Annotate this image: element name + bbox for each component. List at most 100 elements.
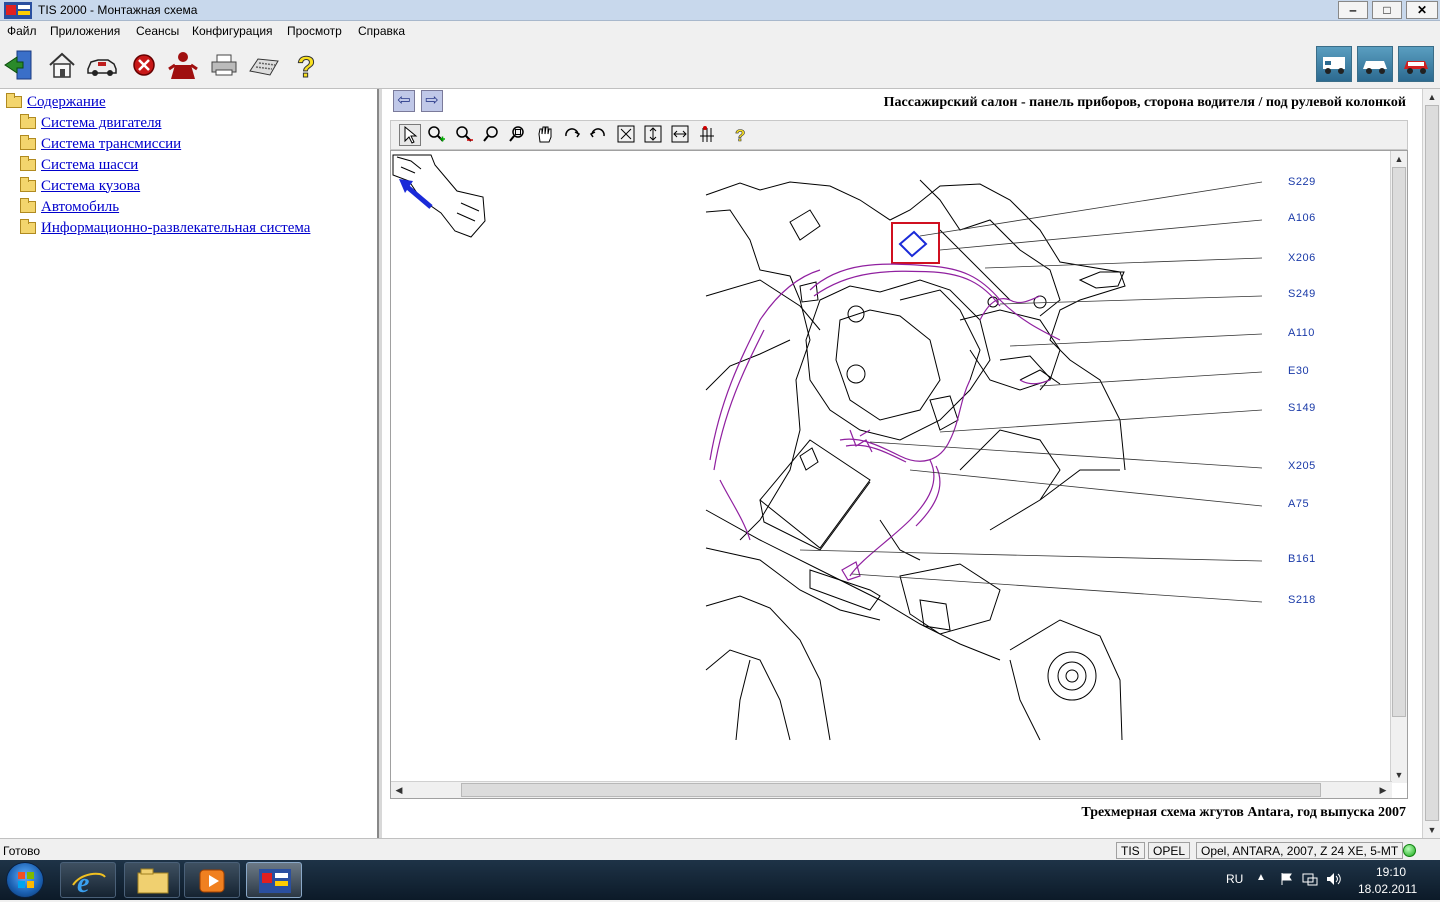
volume-icon[interactable] [1326, 872, 1342, 889]
zoom-out-icon[interactable] [453, 124, 475, 146]
tree-root[interactable]: Содержание [6, 93, 106, 111]
scroll-down-icon[interactable]: ▼ [1424, 822, 1440, 838]
tree-root-label[interactable]: Содержание [27, 94, 106, 111]
tree-item-label[interactable]: Система двигателя [41, 115, 161, 132]
home-icon[interactable] [46, 49, 78, 81]
tree-item-body[interactable]: Система кузова [20, 177, 140, 195]
help-icon[interactable]: ? [290, 49, 322, 85]
diagram-footer: Трехмерная схема жгутов Antara, год выпу… [1081, 805, 1406, 820]
tree-item-transmission[interactable]: Система трансмиссии [20, 135, 181, 153]
window-title: TIS 2000 - Монтажная схема [38, 3, 197, 17]
scroll-left-icon[interactable]: ◀ [391, 782, 407, 798]
tree-item-chassis[interactable]: Система шасси [20, 156, 138, 174]
taskbar: e RU ▲ 19:10 18.02.2011 [0, 860, 1440, 900]
forward-button[interactable]: ⇨ [421, 90, 443, 112]
menu-view[interactable]: Просмотр [287, 24, 342, 38]
component-label-a110[interactable]: A110 [1288, 327, 1315, 339]
diagram-horizontal-scrollbar[interactable]: ◀ ▶ [391, 781, 1392, 798]
component-label-s229[interactable]: S229 [1288, 176, 1316, 188]
window-title-text: - Монтажная схема [86, 3, 198, 17]
svg-text:?: ? [735, 126, 745, 144]
menu-configuration[interactable]: Конфигурация [192, 24, 273, 38]
action-center-icon[interactable] [1279, 872, 1293, 889]
tree-item-infotainment[interactable]: Информационно-развлекательная система [20, 219, 310, 237]
minimize-button[interactable]: ‒ [1338, 1, 1368, 19]
menu-applications[interactable]: Приложения [50, 24, 120, 38]
menu-help[interactable]: Справка [358, 24, 405, 38]
component-label-b161[interactable]: B161 [1288, 553, 1316, 565]
ie-taskbar-icon[interactable]: e [60, 862, 116, 899]
diagram-panel: ⇦ ⇨ Пассажирский салон - панель приборов… [382, 89, 1440, 838]
print-icon[interactable] [208, 49, 240, 81]
close-button[interactable]: ✕ [1406, 1, 1438, 19]
scroll-right-icon[interactable]: ▶ [1375, 782, 1391, 798]
components-icon[interactable] [696, 124, 718, 146]
tree-item-engine[interactable]: Система двигателя [20, 114, 161, 132]
wiring-diagram [392, 154, 1263, 741]
user-icon[interactable] [167, 49, 199, 81]
clock-time[interactable]: 19:10 [1376, 865, 1406, 879]
vehicle-diag-2-icon[interactable] [1357, 46, 1393, 82]
folder-open-icon [6, 93, 22, 108]
folder-icon [20, 156, 36, 171]
component-label-x205[interactable]: X205 [1288, 460, 1316, 472]
scroll-thumb[interactable] [1425, 105, 1439, 821]
select-icon[interactable] [399, 124, 421, 146]
clock-date[interactable]: 18.02.2011 [1358, 882, 1417, 896]
rotate-ccw-icon[interactable] [587, 124, 609, 146]
component-label-a75[interactable]: A75 [1288, 498, 1309, 510]
component-label-s218[interactable]: S218 [1288, 594, 1316, 606]
component-label-s249[interactable]: S249 [1288, 288, 1316, 300]
window-title-bar: TIS 2000 - Монтажная схема ‒ □ ✕ [0, 0, 1440, 21]
folder-icon [20, 135, 36, 150]
rotate-cw-icon[interactable] [561, 124, 583, 146]
scroll-thumb[interactable] [461, 783, 1321, 797]
zoom-window-icon[interactable] [507, 124, 529, 146]
scroll-up-icon[interactable]: ▲ [1424, 89, 1440, 105]
stop-icon[interactable] [128, 49, 160, 81]
panel-vertical-scrollbar[interactable]: ▲ ▼ [1422, 89, 1440, 838]
scroll-down-icon[interactable]: ▼ [1391, 767, 1407, 783]
menu-sessions[interactable]: Сеансы [136, 24, 179, 38]
tree-item-label[interactable]: Информационно-развлекательная система [41, 220, 310, 237]
zoom-icon[interactable] [481, 124, 503, 146]
vehicle-diag-1-icon[interactable] [1316, 46, 1352, 82]
vehicle-diag-3-icon[interactable] [1398, 46, 1434, 82]
folder-icon [20, 219, 36, 234]
vehicle-icon[interactable] [86, 49, 118, 81]
scroll-up-icon[interactable]: ▲ [1391, 151, 1407, 167]
back-button[interactable]: ⇦ [393, 90, 415, 112]
help-icon[interactable]: ? [729, 124, 751, 146]
language-indicator[interactable]: RU [1226, 872, 1243, 886]
menu-file[interactable]: Файл [7, 24, 37, 38]
tis-taskbar-icon[interactable] [246, 862, 302, 898]
tree-item-label[interactable]: Система трансмиссии [41, 136, 181, 153]
keyboard-icon[interactable] [248, 49, 280, 81]
component-label-x206[interactable]: X206 [1288, 252, 1316, 264]
tree-item-label[interactable]: Система кузова [41, 178, 140, 195]
status-text: Готово [3, 844, 41, 858]
tree-item-vehicle[interactable]: Автомобиль [20, 198, 119, 216]
component-label-e30[interactable]: E30 [1288, 365, 1309, 377]
tray-expand-icon[interactable]: ▲ [1256, 872, 1266, 883]
component-label-a106[interactable]: A106 [1288, 212, 1316, 224]
tree-item-label[interactable]: Система шасси [41, 157, 138, 174]
diagram-vertical-scrollbar[interactable]: ▲ ▼ [1390, 151, 1407, 783]
folder-icon [20, 114, 36, 129]
start-button[interactable] [6, 862, 44, 898]
exit-icon[interactable] [3, 49, 35, 81]
scroll-thumb[interactable] [1392, 167, 1406, 717]
fit-width-icon[interactable] [669, 124, 691, 146]
fit-all-icon[interactable] [615, 124, 637, 146]
fit-height-icon[interactable] [642, 124, 664, 146]
zoom-in-icon[interactable] [425, 124, 447, 146]
diagram-canvas[interactable]: S229 A106 X206 S249 A110 E30 S149 X205 A… [390, 150, 1408, 799]
network-icon[interactable] [1302, 872, 1318, 889]
pan-icon[interactable] [534, 124, 556, 146]
maximize-button[interactable]: □ [1372, 1, 1402, 19]
explorer-taskbar-icon[interactable] [124, 862, 180, 898]
tree-item-label[interactable]: Автомобиль [41, 199, 119, 216]
component-label-s149[interactable]: S149 [1288, 402, 1316, 414]
media-player-taskbar-icon[interactable] [184, 862, 240, 898]
view-toolbar: ? [390, 120, 1408, 150]
